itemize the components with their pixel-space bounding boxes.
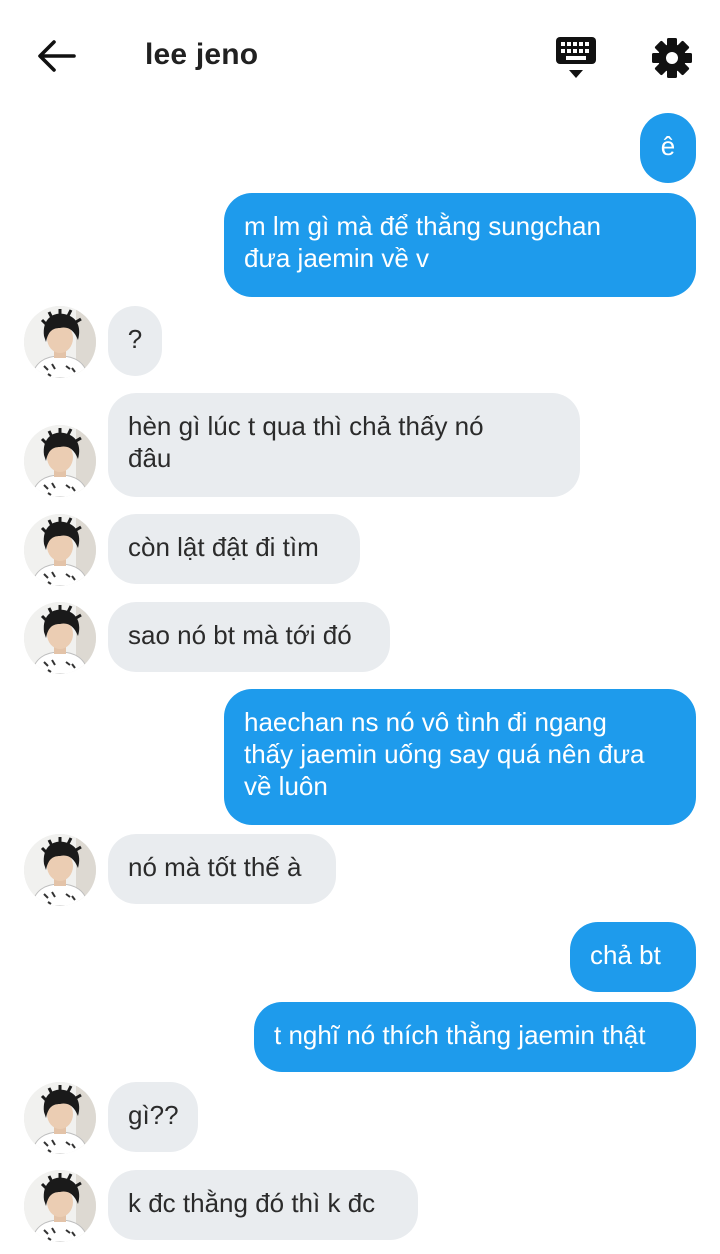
message-bubble-received[interactable]: ? — [108, 306, 162, 376]
profile-photo — [24, 834, 96, 906]
message-line: thấy jaemin uống say quá nên đưa — [244, 739, 645, 769]
contact-avatar[interactable] — [24, 306, 96, 378]
profile-photo — [24, 1170, 96, 1242]
contact-avatar[interactable] — [24, 602, 96, 674]
message-line: m lm gì mà để thằng sungchan — [244, 211, 601, 241]
message-bubble-received[interactable]: nó mà tốt thế à — [108, 834, 336, 904]
message-text: k đc thằng đó thì k đc — [128, 1188, 376, 1218]
message-line: đưa jaemin về v — [244, 243, 430, 273]
message-text: t nghĩ nó thích thằng jaemin thật — [274, 1020, 646, 1050]
keyboard-toggle-button[interactable] — [552, 34, 600, 82]
message-line: hèn gì lúc t qua thì chả thấy nó — [128, 411, 484, 441]
message-text: còn lật đật đi tìm — [128, 532, 319, 562]
keyboard-icon — [556, 37, 596, 78]
message-text: ? — [127, 324, 143, 354]
gear-icon — [652, 38, 692, 78]
message-bubble-sent[interactable]: t nghĩ nó thích thằng jaemin thật — [254, 1002, 696, 1072]
profile-photo — [24, 425, 96, 497]
message-text: ê — [660, 131, 676, 161]
message-text: gì?? — [128, 1100, 179, 1130]
message-text: chả bt — [590, 940, 661, 970]
message-line: đâu — [128, 443, 172, 473]
back-arrow-icon — [38, 40, 76, 72]
message-bubble-received[interactable]: sao nó bt mà tới đó — [108, 602, 390, 672]
contact-avatar[interactable] — [24, 834, 96, 906]
contact-name: lee jeno — [145, 38, 259, 71]
profile-photo — [24, 514, 96, 586]
message-bubble-received[interactable]: k đc thằng đó thì k đc — [108, 1170, 418, 1240]
back-button[interactable] — [34, 36, 78, 76]
message-bubble-sent[interactable]: ê — [640, 113, 696, 183]
message-text: sao nó bt mà tới đó — [128, 620, 352, 650]
profile-photo — [24, 1082, 96, 1154]
top-bar: lee jeno — [0, 0, 720, 112]
message-bubble-received[interactable]: còn lật đật đi tìm — [108, 514, 360, 584]
message-bubble-sent[interactable]: haechan ns nó vô tình đi ngang thấy jaem… — [224, 689, 696, 825]
message-line: về luôn — [244, 771, 328, 801]
message-bubble-sent[interactable]: m lm gì mà để thằng sungchan đưa jaemin … — [224, 193, 696, 297]
profile-photo — [24, 602, 96, 674]
contact-avatar[interactable] — [24, 425, 96, 497]
message-text: nó mà tốt thế à — [128, 852, 302, 882]
contact-avatar[interactable] — [24, 1170, 96, 1242]
settings-button[interactable] — [648, 34, 696, 82]
message-bubble-received[interactable]: gì?? — [108, 1082, 198, 1152]
message-bubble-received[interactable]: hèn gì lúc t qua thì chả thấy nó đâu — [108, 393, 580, 497]
profile-photo — [24, 306, 96, 378]
contact-avatar[interactable] — [24, 1082, 96, 1154]
message-line: haechan ns nó vô tình đi ngang — [244, 707, 607, 737]
message-bubble-sent[interactable]: chả bt — [570, 922, 696, 992]
contact-avatar[interactable] — [24, 514, 96, 586]
